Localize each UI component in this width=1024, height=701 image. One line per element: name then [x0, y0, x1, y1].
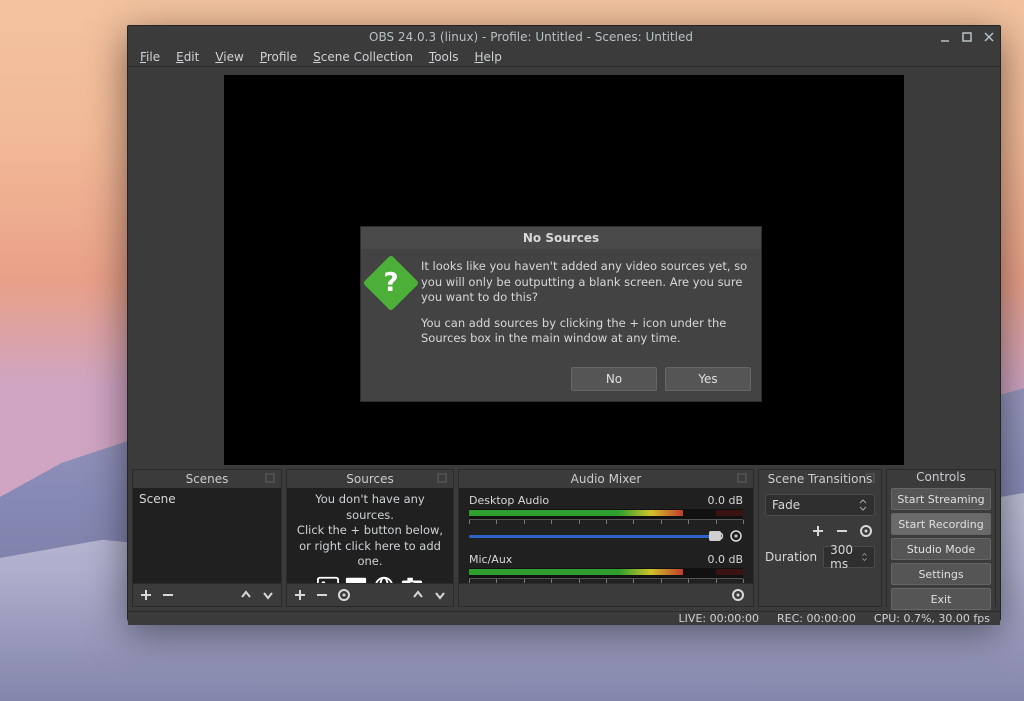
camera-source-icon — [401, 576, 423, 583]
transition-remove-button[interactable] — [833, 522, 851, 540]
scene-remove-button[interactable] — [159, 586, 177, 604]
no-button[interactable]: No — [571, 367, 657, 391]
transitions-undock-icon[interactable] — [865, 472, 877, 484]
status-rec: REC: 00:00:00 — [777, 612, 856, 625]
controls-title: Controls — [916, 470, 966, 484]
desktop-audio-slider[interactable] — [469, 531, 743, 541]
mixer-channel-desktop: Desktop Audio 0.0 dB — [461, 490, 751, 549]
duration-spinbox[interactable]: 300 ms — [823, 546, 875, 568]
duration-label: Duration — [765, 550, 817, 564]
desktop-audio-label: Desktop Audio — [469, 494, 549, 507]
mixer-title: Audio Mixer — [571, 472, 642, 486]
image-source-icon — [317, 576, 339, 583]
menu-edit[interactable]: Edit — [170, 48, 205, 66]
scenes-toolbar — [133, 583, 281, 606]
scene-item[interactable]: Scene — [133, 488, 281, 510]
mic-aux-label: Mic/Aux — [469, 553, 512, 566]
audio-mixer-dock: Audio Mixer Desktop Audio 0.0 dB Mic/Aux 0… — [458, 469, 754, 607]
sources-toolbar — [287, 583, 453, 606]
question-icon: ? — [363, 255, 420, 312]
scenes-undock-icon[interactable] — [265, 472, 277, 484]
source-add-button[interactable] — [291, 586, 309, 604]
start-recording-button[interactable]: Start Recording — [891, 513, 991, 535]
scene-up-button[interactable] — [237, 586, 255, 604]
desktop-audio-level: 0.0 dB — [707, 494, 743, 507]
mixer-channel-mic: Mic/Aux 0.0 dB — [461, 549, 751, 583]
scene-down-button[interactable] — [259, 586, 277, 604]
scenes-title: Scenes — [186, 472, 229, 486]
status-cpu: CPU: 0.7%, 30.00 fps — [874, 612, 990, 625]
menu-tools[interactable]: Tools — [423, 48, 465, 66]
menu-profile[interactable]: Profile — [254, 48, 303, 66]
start-streaming-button[interactable]: Start Streaming — [891, 488, 991, 510]
mic-aux-meter — [469, 568, 743, 579]
transition-select[interactable]: Fade — [765, 494, 875, 516]
sources-dock: Sources You don't have any sources. Clic… — [286, 469, 454, 607]
mixer-settings-button[interactable] — [729, 586, 747, 604]
browser-source-icon — [373, 576, 395, 583]
transition-properties-button[interactable] — [857, 522, 875, 540]
menu-help[interactable]: Help — [469, 48, 508, 66]
mixer-undock-icon[interactable] — [737, 472, 749, 484]
dialog-title: No Sources — [361, 227, 761, 249]
display-source-icon — [345, 576, 367, 583]
menu-scene-collection[interactable]: Scene Collection — [307, 48, 419, 66]
maximize-button[interactable] — [956, 26, 978, 48]
menu-view[interactable]: View — [209, 48, 249, 66]
source-properties-button[interactable] — [335, 586, 353, 604]
sources-title: Sources — [346, 472, 393, 486]
dialog-text: It looks like you haven't added any vide… — [421, 259, 749, 357]
sources-empty-help[interactable]: You don't have any sources. Click the + … — [287, 488, 453, 583]
source-up-button[interactable] — [409, 586, 427, 604]
desktop-audio-meter — [469, 509, 743, 520]
menu-file[interactable]: File — [134, 48, 166, 66]
no-sources-dialog: No Sources ? It looks like you haven't a… — [360, 226, 762, 402]
status-bar: LIVE: 00:00:00 REC: 00:00:00 CPU: 0.7%, … — [128, 611, 1000, 625]
titlebar[interactable]: OBS 24.0.3 (linux) - Profile: Untitled -… — [128, 26, 1000, 48]
source-remove-button[interactable] — [313, 586, 331, 604]
close-button[interactable] — [978, 26, 1000, 48]
transitions-dock: Scene Transitions Fade Duration 300 ms — [758, 469, 882, 607]
docks-row: Scenes Scene Sources You don't — [128, 465, 1000, 611]
transitions-title: Scene Transitions — [768, 472, 873, 486]
source-down-button[interactable] — [431, 586, 449, 604]
minimize-button[interactable] — [934, 26, 956, 48]
window-title: OBS 24.0.3 (linux) - Profile: Untitled -… — [128, 30, 934, 44]
studio-mode-button[interactable]: Studio Mode — [891, 538, 991, 560]
scenes-dock: Scenes Scene — [132, 469, 282, 607]
exit-button[interactable]: Exit — [891, 588, 991, 610]
controls-dock: Controls Start Streaming Start Recording… — [886, 469, 996, 607]
transition-add-button[interactable] — [809, 522, 827, 540]
yes-button[interactable]: Yes — [665, 367, 751, 391]
menubar: File Edit View Profile Scene Collection … — [128, 48, 1000, 67]
mic-aux-level: 0.0 dB — [707, 553, 743, 566]
scene-add-button[interactable] — [137, 586, 155, 604]
sources-undock-icon[interactable] — [437, 472, 449, 484]
status-live: LIVE: 00:00:00 — [679, 612, 759, 625]
obs-window: OBS 24.0.3 (linux) - Profile: Untitled -… — [127, 25, 1001, 621]
settings-button[interactable]: Settings — [891, 563, 991, 585]
